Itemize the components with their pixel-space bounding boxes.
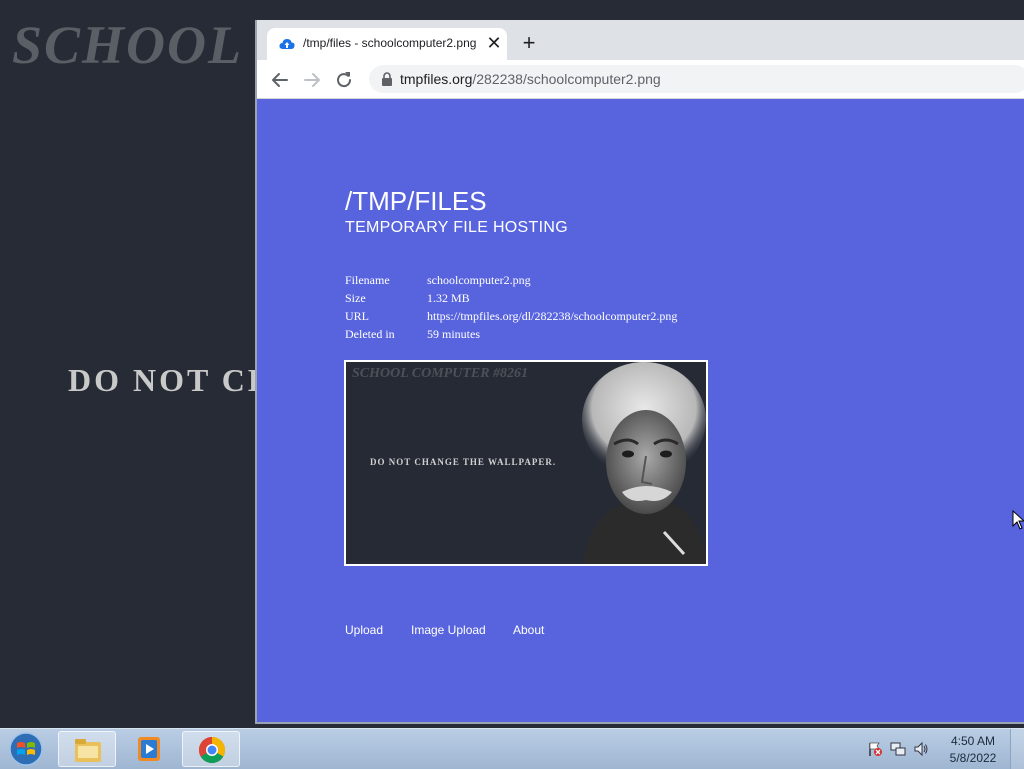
size-value: 1.32 MB [427, 291, 470, 305]
tab-title: /tmp/files - schoolcomputer2.png [303, 36, 477, 50]
filename-value: schoolcomputer2.png [427, 273, 531, 287]
browser-tab[interactable]: /tmp/files - schoolcomputer2.png ✕ [267, 28, 507, 60]
browser-window: /tmp/files - schoolcomputer2.png ✕ + tmp… [255, 20, 1024, 724]
file-info-table: Filename schoolcomputer2.png Size 1.32 M… [345, 273, 677, 345]
back-arrow-icon[interactable] [269, 69, 291, 91]
page-title: /TMP/FILES [345, 186, 487, 216]
mouse-cursor-icon [1012, 510, 1024, 530]
network-icon[interactable] [890, 741, 906, 757]
url-host: tmpfiles.org [400, 71, 473, 87]
url-label: URL [345, 309, 369, 323]
cloud-upload-icon [279, 39, 295, 49]
chrome-icon [198, 736, 226, 764]
forward-arrow-icon[interactable] [301, 69, 323, 91]
size-label: Size [345, 291, 366, 305]
table-row: Filename schoolcomputer2.png [345, 273, 677, 291]
taskbar-media-player[interactable] [120, 731, 178, 767]
url-path: /282238/schoolcomputer2.png [472, 71, 661, 87]
download-url-value[interactable]: https://tmpfiles.org/dl/282238/schoolcom… [427, 309, 677, 327]
about-link[interactable]: About [513, 623, 544, 637]
windows-start-icon[interactable] [6, 731, 46, 767]
clock-date[interactable]: 5/8/2022 [940, 751, 1006, 765]
file-explorer-icon [75, 739, 101, 762]
plus-icon[interactable]: + [519, 32, 539, 54]
address-bar[interactable]: tmpfiles.org/282238/schoolcomputer2.png [369, 65, 1024, 93]
tab-strip: /tmp/files - schoolcomputer2.png ✕ + [257, 20, 1024, 60]
lock-icon [382, 72, 392, 86]
action-center-flag-icon[interactable] [867, 741, 883, 757]
image-upload-link[interactable]: Image Upload [411, 623, 486, 637]
image-preview[interactable]: SCHOOL COMPUTER #8261 DO NOT CHANGE THE … [344, 360, 708, 566]
url-text: tmpfiles.org/282238/schoolcomputer2.png [400, 71, 661, 87]
show-desktop-button[interactable] [1010, 729, 1024, 769]
deleted-in-label: Deleted in [345, 327, 395, 341]
portrait-image [582, 362, 706, 564]
deleted-in-value: 59 minutes [427, 327, 480, 341]
table-row: Deleted in 59 minutes [345, 327, 677, 345]
table-row: Size 1.32 MB [345, 291, 677, 309]
table-row: URL https://tmpfiles.org/dl/282238/schoo… [345, 309, 677, 327]
media-player-icon [138, 737, 160, 761]
page-subtitle: TEMPORARY FILE HOSTING [345, 219, 568, 236]
volume-icon[interactable] [913, 741, 929, 757]
preview-title: SCHOOL COMPUTER #8261 [352, 366, 529, 381]
taskbar: 4:50 AM 5/8/2022 [0, 728, 1024, 769]
taskbar-file-explorer[interactable] [58, 731, 116, 767]
preview-notice: DO NOT CHANGE THE WALLPAPER. [370, 457, 557, 467]
filename-label: Filename [345, 273, 390, 287]
upload-link[interactable]: Upload [345, 623, 383, 637]
browser-toolbar: tmpfiles.org/282238/schoolcomputer2.png [257, 60, 1024, 99]
reload-icon[interactable] [333, 69, 355, 91]
taskbar-chrome[interactable] [182, 731, 240, 767]
close-icon[interactable]: ✕ [484, 33, 504, 53]
clock-time[interactable]: 4:50 AM [940, 734, 1006, 748]
